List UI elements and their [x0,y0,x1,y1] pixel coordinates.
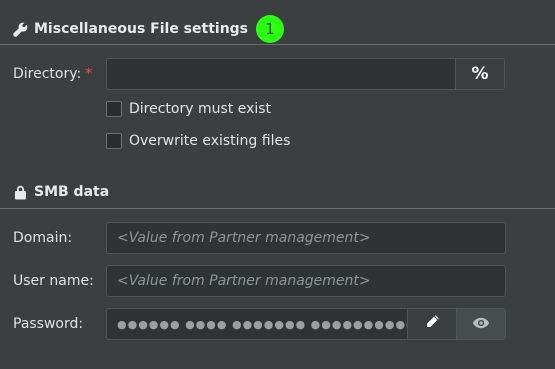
overwrite-files-label: Overwrite existing files [129,133,291,149]
misc-section-title: Miscellaneous File settings [34,21,249,37]
smb-section-header: SMB data [0,180,555,204]
username-label: User name: [13,273,94,289]
username-input[interactable]: <Value from Partner management> [107,273,505,289]
directory-must-exist-checkbox[interactable] [106,101,122,117]
directory-must-exist-row[interactable]: Directory must exist [106,101,271,117]
edit-password-button[interactable] [407,309,456,339]
smb-section-divider [0,208,555,209]
eye-icon [472,314,490,334]
pencil-icon [425,314,440,334]
domain-label: Domain: [13,230,73,246]
directory-label-text: Directory: [13,66,82,82]
lock-icon [12,184,28,200]
domain-field[interactable]: <Value from Partner management> [106,222,506,254]
password-field: ●●●●●● ●●●● ●●●●●●● ●●●●●●●●●●● [106,308,506,340]
password-input[interactable]: ●●●●●● ●●●● ●●●●●●● ●●●●●●●●●●● [107,318,407,331]
show-password-button[interactable] [456,309,505,339]
password-label: Password: [13,316,84,332]
smb-section-title: SMB data [34,184,110,200]
directory-label: Directory: * [13,66,92,82]
overwrite-files-row[interactable]: Overwrite existing files [106,133,290,149]
username-field[interactable]: <Value from Partner management> [106,265,506,297]
directory-field: % [106,58,505,90]
required-marker: * [85,66,93,82]
wrench-icon [12,21,28,37]
directory-must-exist-label: Directory must exist [129,101,272,117]
misc-section-header: Miscellaneous File settings 1 [0,14,555,44]
percent-button[interactable]: % [455,59,504,89]
overwrite-files-checkbox[interactable] [106,133,122,149]
domain-input[interactable]: <Value from Partner management> [107,230,505,246]
step-badge: 1 [256,15,285,43]
misc-section-divider [0,44,555,45]
